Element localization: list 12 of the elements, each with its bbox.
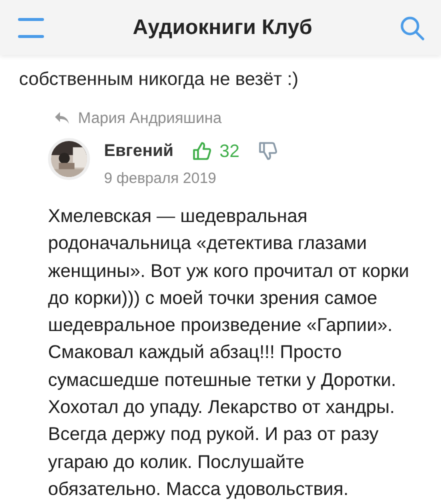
thumbs-up-icon bbox=[192, 140, 212, 161]
dislike-button[interactable] bbox=[258, 140, 278, 161]
comment-date: 9 февраля 2019 bbox=[104, 168, 218, 188]
reply-to-name[interactable]: Мария Андрияшина bbox=[78, 106, 222, 130]
search-button[interactable] bbox=[398, 14, 425, 40]
menu-button[interactable] bbox=[16, 16, 46, 38]
comment-text: Хмелевская — шедевральная родоначальница «детектива глазами женщины». Вот уж кого прочитал от корки до корки))) с моей точки зрения самое шедевральное произведение «Гарпии». Смаковал каждый абзац!!! Просто сумасшедше потешные тетки у Доротки. Хохотал до упаду. Лекарство от хандры. Всегда держу под рукой. И раз от разу угараю до колик. Послушайте обязательно. Масса удовольствия. bbox=[48, 204, 410, 500]
comment-text: собственным никогда не везёт :) bbox=[19, 67, 300, 91]
like-button[interactable]: 32 bbox=[192, 140, 240, 161]
page-title: Аудиокниги Клуб bbox=[132, 14, 312, 41]
reply-icon bbox=[54, 111, 70, 126]
author-name[interactable]: Евгений bbox=[104, 138, 174, 164]
